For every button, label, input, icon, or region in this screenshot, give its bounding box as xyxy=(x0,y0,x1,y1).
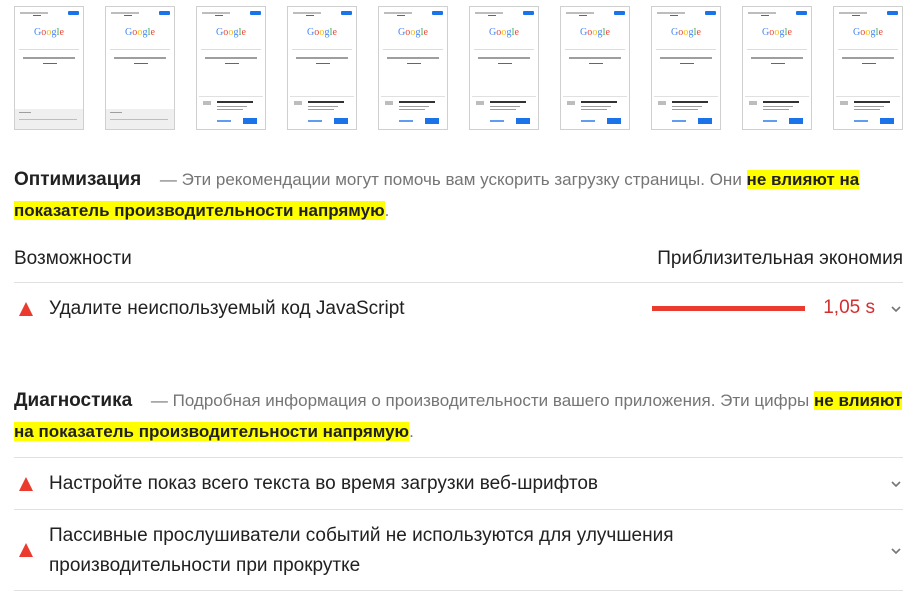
savings-value: 1,05 s xyxy=(823,297,875,318)
filmstrip-frame: Google xyxy=(378,6,448,130)
optimization-description: Эти рекомендации могут помочь вам ускори… xyxy=(181,170,742,189)
diagnostics-dash: — xyxy=(150,391,168,410)
audit-row-font-display[interactable]: Настройте показ всего текста во время за… xyxy=(14,457,903,509)
audit-title: Удалите неиспользуемый код JavaScript xyxy=(49,298,405,319)
filmstrip-frame: Google xyxy=(287,6,357,130)
optimization-period: . xyxy=(384,201,390,220)
google-logo: Google xyxy=(215,27,247,38)
filmstrip-frame: Google xyxy=(105,6,175,130)
triangle-fail-icon xyxy=(19,302,33,316)
google-logo: Google xyxy=(33,27,65,38)
filmstrip-frame: Google xyxy=(651,6,721,130)
filmstrip-frame: Google xyxy=(742,6,812,130)
filmstrip-frame: Google xyxy=(14,6,84,130)
audit-title-line-1: Пассивные прослушиватели событий не испо… xyxy=(49,525,674,546)
google-logo: Google xyxy=(488,27,520,38)
filmstrip-frame: Google xyxy=(560,6,630,130)
optimization-title: Оптимизация xyxy=(14,169,142,190)
diagnostics-description: Подробная информация о производительност… xyxy=(172,391,810,410)
triangle-fail-icon xyxy=(19,477,33,491)
audit-title-line-2: производительности при прокрутке xyxy=(49,555,361,576)
google-logo: Google xyxy=(306,27,338,38)
diagnostics-title: Диагностика xyxy=(14,390,133,411)
audit-row-passive-listeners[interactable]: Пассивные прослушиватели событий не испо… xyxy=(14,509,903,591)
google-logo: Google xyxy=(397,27,429,38)
audit-title: Пассивные прослушиватели событий не испо… xyxy=(49,521,674,581)
diagnostics-period: . xyxy=(409,422,414,441)
optimization-header: Оптимизация — Эти рекомендации могут пом… xyxy=(14,164,903,226)
opportunities-header: Возможности Приблизительная экономия xyxy=(14,244,903,274)
chevron-down-icon[interactable] xyxy=(891,304,901,314)
diagnostics-header: Диагностика — Подробная информация о про… xyxy=(14,385,903,447)
google-logo: Google xyxy=(852,27,884,38)
filmstrip-frame: Google xyxy=(196,6,266,130)
filmstrip: Google Google Google Google Google Google Goog… xyxy=(14,6,903,131)
optimization-dash: — xyxy=(159,170,177,189)
google-logo: Google xyxy=(124,27,156,38)
google-logo: Google xyxy=(670,27,702,38)
google-logo: Google xyxy=(579,27,611,38)
filmstrip-frame: Google xyxy=(469,6,539,130)
filmstrip-frame: Google xyxy=(833,6,903,130)
chevron-down-icon[interactable] xyxy=(891,546,901,556)
savings-bar xyxy=(652,306,805,311)
chevron-down-icon[interactable] xyxy=(891,479,901,489)
audit-title: Настройте показ всего текста во время за… xyxy=(49,473,599,494)
triangle-fail-icon xyxy=(19,543,33,557)
opportunities-label: Возможности xyxy=(14,248,132,269)
google-logo: Google xyxy=(761,27,793,38)
estimated-savings-label: Приблизительная экономия xyxy=(657,248,903,269)
audit-row-unused-javascript[interactable]: Удалите неиспользуемый код JavaScript 1,… xyxy=(14,282,903,334)
